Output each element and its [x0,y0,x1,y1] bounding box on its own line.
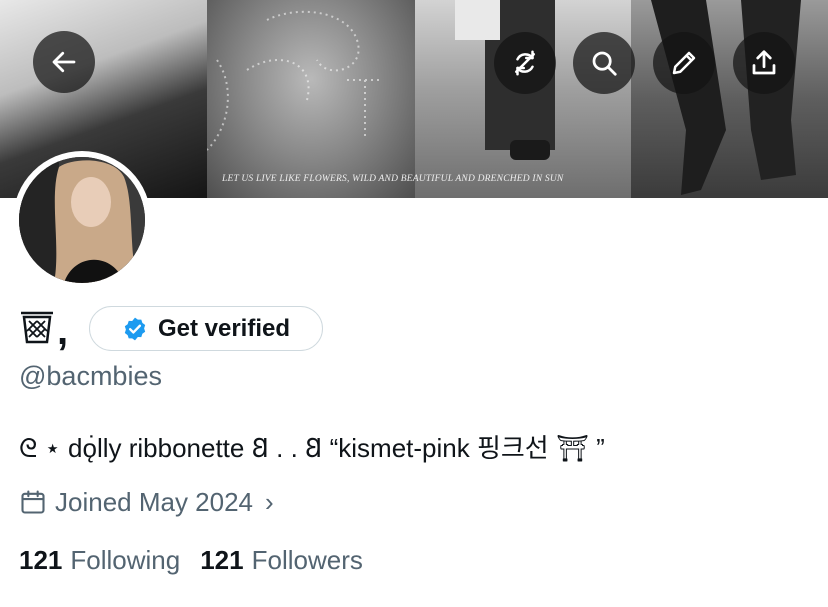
avatar[interactable] [19,157,145,283]
search-button[interactable] [573,32,635,94]
followers-label: Followers [251,544,363,575]
display-name-row: , [19,305,68,355]
banner-photo-3 [415,0,631,198]
followers-link[interactable]: 121 Followers [200,545,363,576]
followers-count: 121 [200,544,244,575]
following-link[interactable]: 121 Following [19,545,180,576]
basket-icon [21,311,53,344]
joined-date-row[interactable]: Joined May 2024 › [19,486,274,518]
pencil-icon [672,51,696,75]
joined-date: Joined May 2024 [55,486,254,517]
get-verified-label: Get verified [157,314,291,342]
refresh-button[interactable] [494,32,556,94]
calendar-icon [21,490,45,514]
display-name-text: , [57,309,69,353]
get-verified-button[interactable]: Get verified [89,306,323,351]
legs-silhouette [651,0,801,195]
back-button[interactable] [33,31,95,93]
profile-bio: ᘓ ⋆ dǫ̇lly ribbonette 𐐒 . . 𐐒 “kismet-pi… [19,433,605,463]
banner-caption: LET US LIVE LIKE FLOWERS, WILD AND BEAUT… [222,174,564,184]
figure-silhouette [455,0,555,160]
banner-photo-4 [631,0,828,198]
back-arrow-icon [52,51,76,73]
banner-photo-2 [207,0,415,198]
share-button[interactable] [733,32,795,94]
refresh-icon [515,50,535,76]
share-icon [752,50,776,75]
edit-button[interactable] [653,32,715,94]
chevron-right-icon: › [265,486,274,517]
following-count: 121 [19,544,63,575]
rhinestone-decoration [207,10,382,151]
following-label: Following [70,544,181,575]
verified-badge-icon [124,317,146,340]
user-handle: @bacmbies [19,361,162,391]
display-name: , [19,309,68,351]
follow-stats: 121 Following 121 Followers [19,544,363,576]
search-icon [592,51,617,76]
avatar-photo [19,157,145,283]
avatar-container[interactable] [13,151,151,289]
